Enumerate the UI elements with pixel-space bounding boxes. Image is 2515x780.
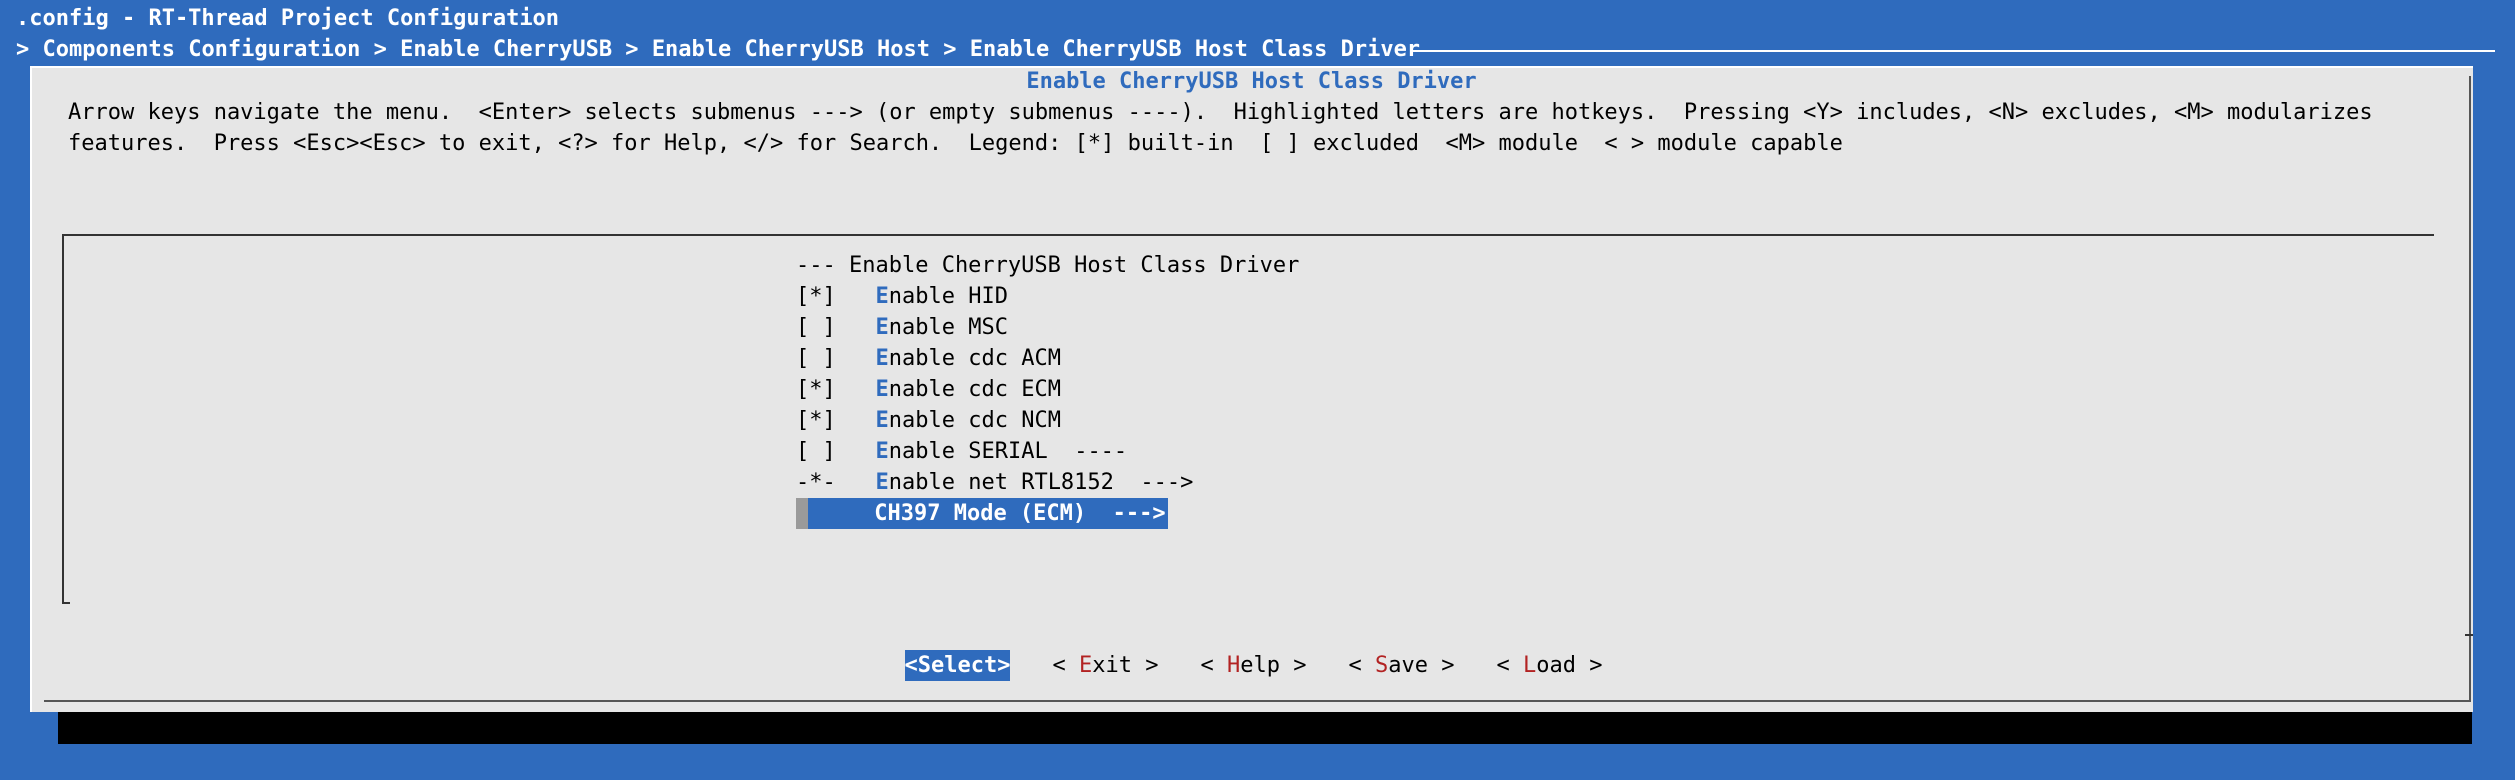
button-bracket: >	[1279, 653, 1307, 678]
menu-frame-border	[62, 234, 64, 604]
breadcrumb-prefix: >	[16, 37, 43, 62]
menu-item-enable-serial[interactable]: [ ] Enable SERIAL ----	[796, 436, 1299, 467]
dialog-border	[2469, 76, 2471, 702]
menu-frame-border	[62, 234, 2434, 236]
breadcrumb-separator: >	[612, 37, 652, 62]
button-label: Select	[917, 653, 998, 678]
help-text: Arrow keys navigate the menu. <Enter> se…	[68, 100, 2386, 156]
button-bracket: <	[1200, 653, 1227, 678]
breadcrumb-item-enable-cherryusb: Enable CherryUSB	[400, 37, 613, 62]
option-label: nable net RTL8152	[888, 470, 1114, 495]
dialog-border	[2465, 634, 2473, 636]
button-bracket: >	[1427, 653, 1455, 678]
menu-frame-border	[62, 602, 70, 604]
select-button[interactable]: <Select>	[904, 650, 1011, 681]
button-label: elp	[1240, 653, 1280, 678]
option-suffix: ----	[1047, 439, 1128, 464]
menu-item-enable-cdc-ecm[interactable]: [*] Enable cdc ECM	[796, 374, 1299, 405]
help-button[interactable]: < Help >	[1200, 650, 1306, 681]
hotkey-letter: E	[875, 377, 889, 402]
button-bracket: >	[997, 653, 1011, 678]
hotkey-letter: S	[1374, 653, 1389, 678]
hotkey-letter: L	[1522, 653, 1537, 678]
hotkey-letter: E	[875, 315, 889, 340]
save-button[interactable]: < Save >	[1348, 650, 1454, 681]
selected-option-label: CH397 Mode (ECM)	[874, 501, 1087, 526]
option-marker: [ ]	[796, 315, 836, 340]
hotkey-letter: E	[1078, 653, 1093, 678]
button-bracket: <	[1348, 653, 1375, 678]
option-suffix: --->	[1113, 470, 1194, 495]
breadcrumb-item-components-configuration: Components Configuration	[42, 37, 361, 62]
option-label: nable SERIAL	[888, 439, 1048, 464]
cursor-block-icon	[796, 498, 808, 529]
breadcrumb-item-enable-cherryusb-host: Enable CherryUSB Host	[651, 37, 930, 62]
button-bracket: >	[1131, 653, 1159, 678]
hotkey-letter: H	[1226, 653, 1241, 678]
breadcrumb-rule	[1410, 50, 2495, 52]
option-label: nable MSC	[888, 315, 1008, 340]
button-bracket: <	[1052, 653, 1079, 678]
option-marker: -*-	[796, 470, 836, 495]
option-marker: [*]	[796, 284, 836, 309]
breadcrumb-separator: >	[929, 37, 970, 62]
load-button[interactable]: < Load >	[1496, 650, 1602, 681]
option-marker: [*]	[796, 408, 836, 433]
breadcrumb: > Components Configuration > Enable Cher…	[16, 34, 1420, 65]
option-marker: [ ]	[796, 439, 836, 464]
button-label: ave	[1388, 653, 1428, 678]
hotkey-letter: E	[875, 284, 889, 309]
button-bracket: <	[1496, 653, 1523, 678]
button-bracket: >	[1575, 653, 1603, 678]
hotkey-letter: E	[875, 439, 889, 464]
button-bar: <Select> < Exit > < Help > < Save > < Lo…	[0, 650, 2515, 681]
menu-item-enable-cdc-acm[interactable]: [ ] Enable cdc ACM	[796, 343, 1299, 374]
button-bracket: <	[904, 653, 918, 678]
option-label: nable HID	[888, 284, 1008, 309]
option-marker: [ ]	[796, 346, 836, 371]
breadcrumb-item-host-class-driver: Enable CherryUSB Host Class Driver	[969, 37, 1421, 62]
selected-option-suffix: --->	[1086, 501, 1166, 526]
menu-list: --- Enable CherryUSB Host Class Driver […	[796, 250, 1299, 529]
menu-item-enable-net-rtl8152[interactable]: -*- Enable net RTL8152 --->	[796, 467, 1299, 498]
dialog-border	[30, 66, 32, 712]
menu-item-enable-cdc-ncm[interactable]: [*] Enable cdc NCM	[796, 405, 1299, 436]
exit-button[interactable]: < Exit >	[1052, 650, 1158, 681]
option-label: nable cdc ACM	[888, 346, 1061, 371]
hotkey-letter: E	[875, 346, 889, 371]
button-label: oad	[1536, 653, 1576, 678]
dialog-title: Enable CherryUSB Host Class Driver	[1026, 69, 1477, 94]
button-label: xit	[1092, 653, 1132, 678]
hotkey-letter: E	[875, 408, 889, 433]
window-title: .config - RT-Thread Project Configuratio…	[16, 6, 560, 31]
option-label: nable cdc ECM	[888, 377, 1061, 402]
menu-header: --- Enable CherryUSB Host Class Driver	[796, 253, 1300, 278]
menu-item-enable-msc[interactable]: [ ] Enable MSC	[796, 312, 1299, 343]
dialog-border	[44, 700, 2471, 702]
option-marker: [*]	[796, 377, 836, 402]
menu-item-ch397-mode-selected[interactable]: CH397 Mode (ECM) --->	[796, 498, 1168, 529]
breadcrumb-separator: >	[360, 37, 401, 62]
option-label: nable cdc NCM	[888, 408, 1061, 433]
hotkey-letter: E	[875, 470, 889, 495]
menu-item-enable-hid[interactable]: [*] Enable HID	[796, 281, 1299, 312]
